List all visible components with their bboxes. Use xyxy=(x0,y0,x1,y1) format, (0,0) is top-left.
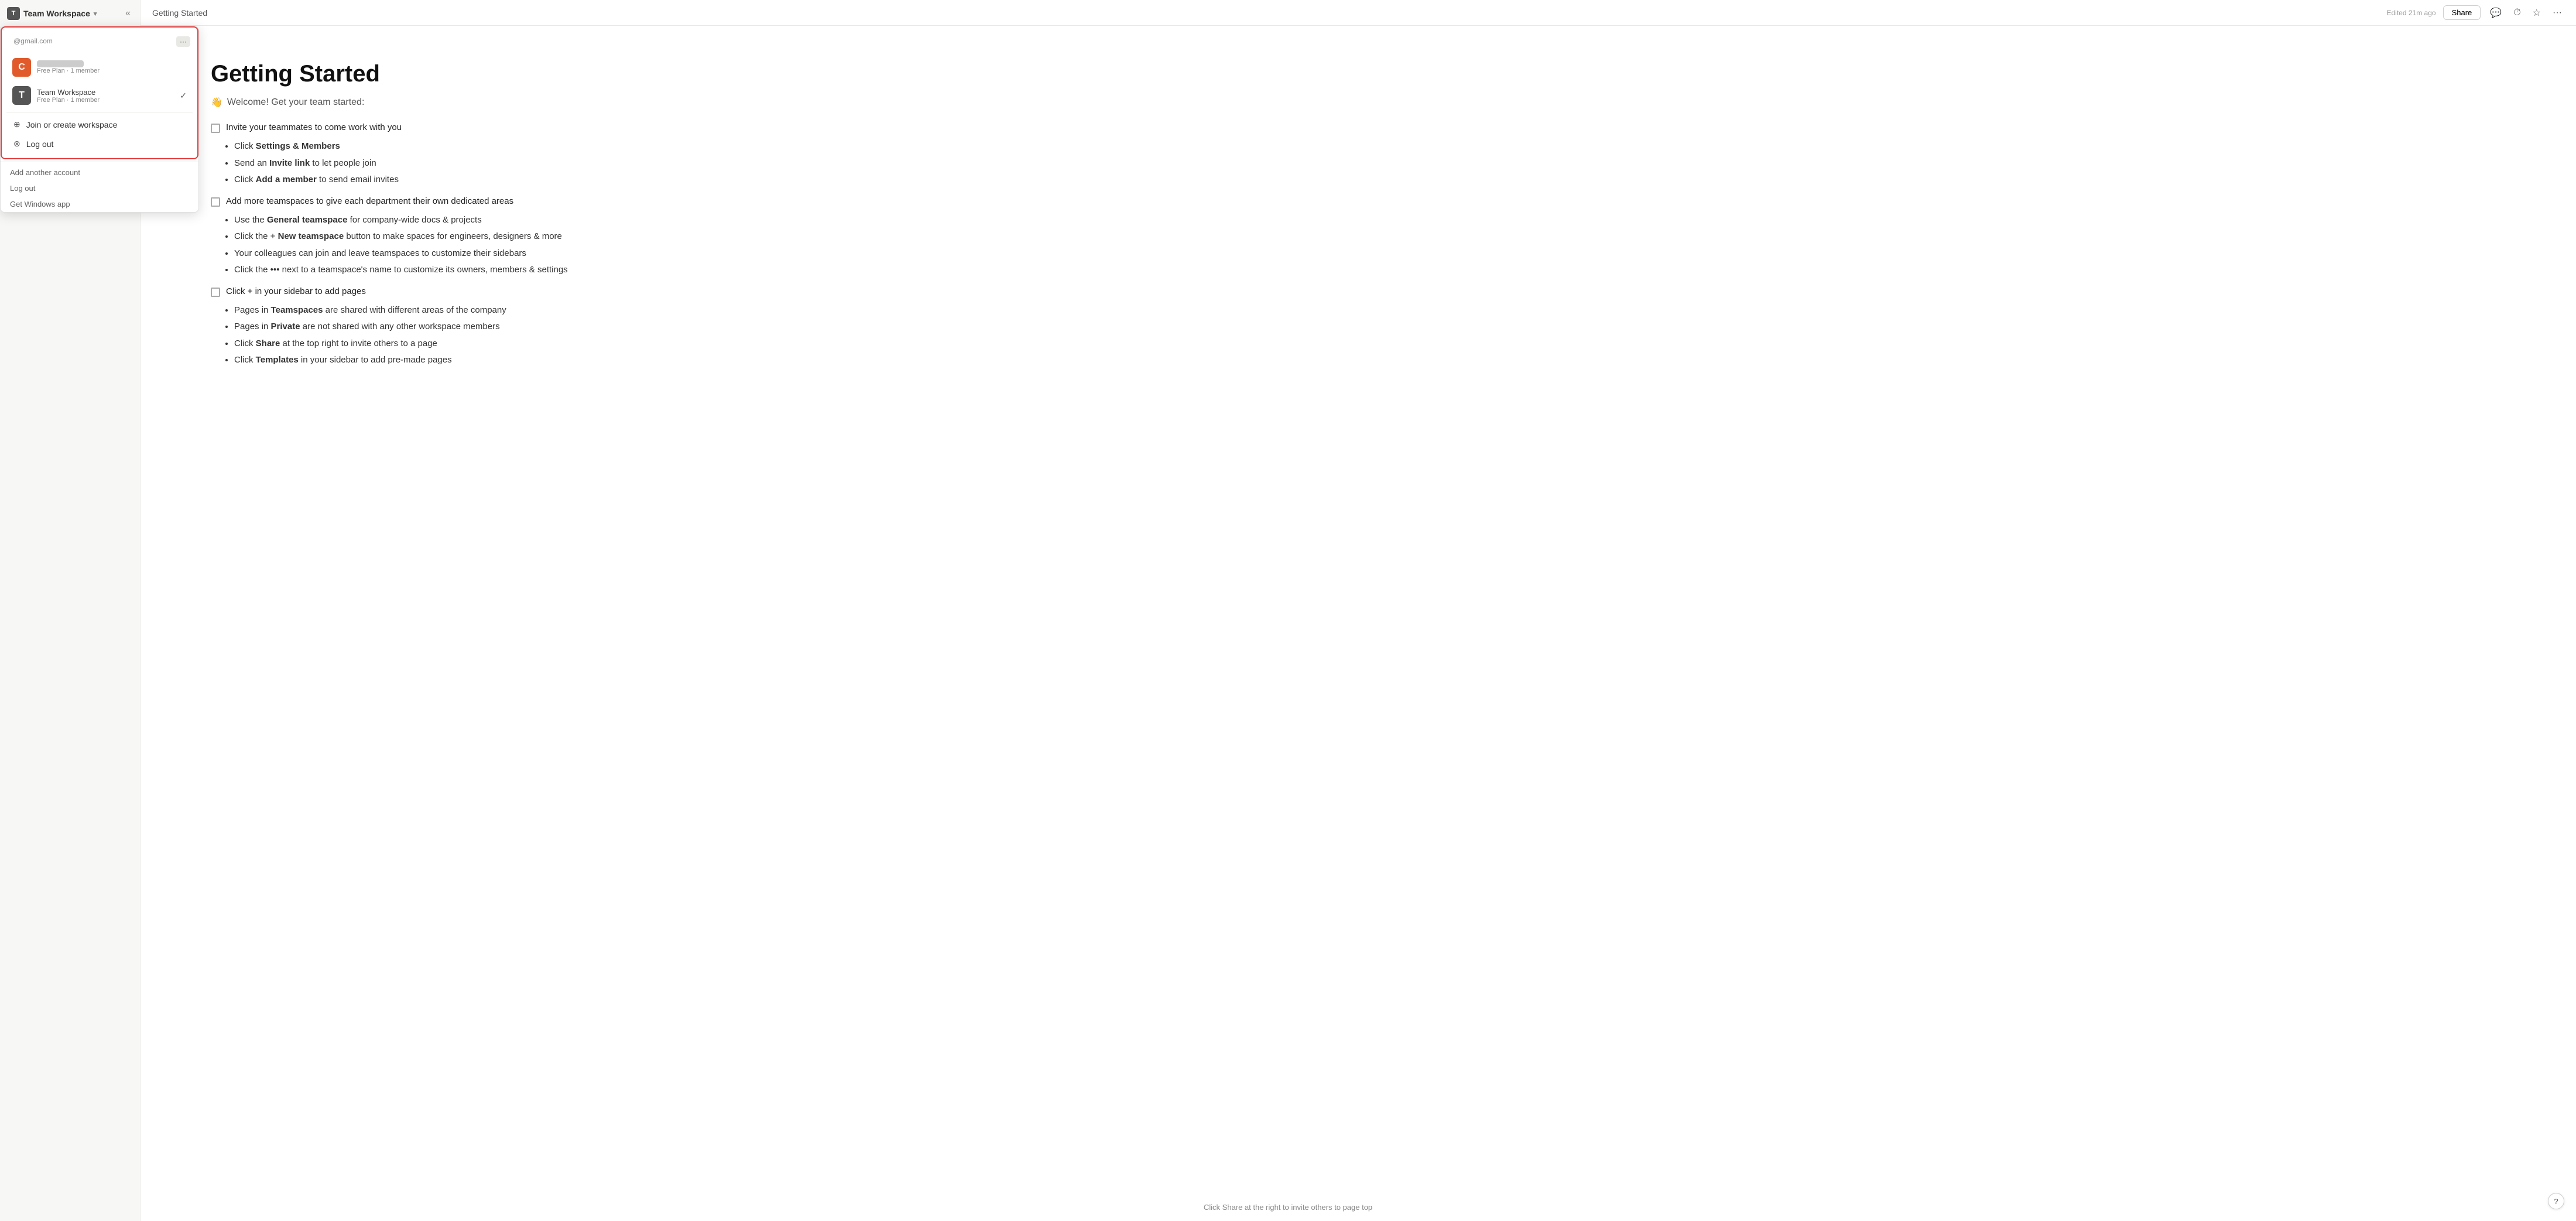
workspace-label: Team Workspace xyxy=(23,9,90,18)
main-content: Getting Started Edited 21m ago Share 💬 ⏱… xyxy=(141,0,2576,1221)
workspace-icon: T xyxy=(7,7,20,20)
help-button[interactable]: ? xyxy=(2548,1193,2564,1209)
log-out-popup-label: Log out xyxy=(26,139,54,149)
checklist-text-2: Click + in your sidebar to add pages xyxy=(226,286,366,296)
topbar: Getting Started Edited 21m ago Share 💬 ⏱… xyxy=(141,0,2576,26)
checklist-item-0: Invite your teammates to come work with … xyxy=(211,122,597,133)
account-popup-inner: @gmail.com ··· C Free Plan · 1 member T … xyxy=(1,26,198,159)
bullet-item-0-2: Click Add a member to send email invites xyxy=(234,173,597,187)
checkbox-1[interactable] xyxy=(211,197,220,207)
bullet-item-2-2: Click Share at the top right to invite o… xyxy=(234,337,597,351)
edited-label: Edited 21m ago xyxy=(2387,9,2436,17)
workspace-name-button[interactable]: T Team Workspace ▾ xyxy=(7,7,97,20)
account-plan-1: Free Plan · 1 member xyxy=(37,97,174,104)
add-account-item[interactable]: Add another account xyxy=(1,165,198,180)
bullet-item-2-0: Pages in Teamspaces are shared with diff… xyxy=(234,304,597,317)
red-arrow-icon: ← xyxy=(197,117,199,132)
bullet-list-0: Click Settings & Members Send an Invite … xyxy=(234,140,597,187)
bullet-item-1-1: Click the + New teamspace button to make… xyxy=(234,230,597,244)
add-account-label: Add another account xyxy=(10,168,80,177)
subtitle-emoji: 👋 xyxy=(211,97,222,108)
bullet-item-2-3: Click Templates in your sidebar to add p… xyxy=(234,354,597,367)
checkbox-0[interactable] xyxy=(211,124,220,133)
bullet-item-1-0: Use the General teamspace for company-wi… xyxy=(234,214,597,227)
join-create-workspace-item[interactable]: ⊕ Join or create workspace ← xyxy=(6,115,193,134)
account-popup: @gmail.com ··· C Free Plan · 1 member T … xyxy=(0,26,199,213)
checklist-item-2: Click + in your sidebar to add pages xyxy=(211,286,597,297)
more-options-button[interactable]: ··· xyxy=(2550,5,2564,20)
collapse-sidebar-button[interactable]: « xyxy=(123,6,133,21)
sidebar: T Team Workspace ▾ « @gmail.com ··· C Fr… xyxy=(0,0,141,1221)
checkbox-2[interactable] xyxy=(211,288,220,297)
checklist-text-1: Add more teamspaces to give each departm… xyxy=(226,196,513,206)
page-subtitle: 👋 Welcome! Get your team started: xyxy=(211,97,597,108)
page-title: Getting Started xyxy=(211,61,597,87)
comment-icon-button[interactable]: 💬 xyxy=(2488,5,2504,21)
account-info-1: Team Workspace Free Plan · 1 member xyxy=(37,88,174,104)
account-item-1[interactable]: T Team Workspace Free Plan · 1 member ✓ xyxy=(6,81,193,110)
avatar-0: C xyxy=(12,58,31,77)
account-name-0 xyxy=(37,60,84,67)
bullet-item-1-2: Your colleagues can join and leave teams… xyxy=(234,247,597,261)
page-content-area: Getting Started 👋 Welcome! Get your team… xyxy=(141,26,667,1221)
account-info-0: Free Plan · 1 member xyxy=(37,60,187,74)
bullet-list-1: Use the General teamspace for company-wi… xyxy=(234,214,597,277)
three-dots-button[interactable]: ··· xyxy=(176,36,190,47)
account-name-1: Team Workspace xyxy=(37,88,174,97)
log-out-bottom-label: Log out xyxy=(10,184,35,193)
bullet-item-2-1: Pages in Private are not shared with any… xyxy=(234,320,597,334)
check-icon: ✓ xyxy=(180,91,187,101)
get-windows-app-label: Get Windows app xyxy=(10,200,70,208)
bottom-hint: Click Share at the right to invite other… xyxy=(1204,1203,1372,1212)
account-item-0[interactable]: C Free Plan · 1 member xyxy=(6,53,193,81)
bullet-item-0-0: Click Settings & Members xyxy=(234,140,597,153)
log-out-popup-item[interactable]: ⊗ Log out xyxy=(6,134,193,153)
logout-icon: ⊗ xyxy=(13,139,20,149)
topbar-actions: Edited 21m ago Share 💬 ⏱ ☆ ··· xyxy=(2387,5,2565,21)
chevron-down-icon: ▾ xyxy=(94,10,97,18)
account-email: @gmail.com xyxy=(9,35,57,49)
plus-circle-icon: ⊕ xyxy=(13,119,20,129)
avatar-1: T xyxy=(12,86,31,105)
breadcrumb: Getting Started xyxy=(152,8,207,18)
bullet-item-0-1: Send an Invite link to let people join xyxy=(234,157,597,170)
checklist-item-1: Add more teamspaces to give each departm… xyxy=(211,196,597,207)
checklist-text-0: Invite your teammates to come work with … xyxy=(226,122,402,132)
bullet-item-1-3: Click the ••• next to a teamspace's name… xyxy=(234,264,597,277)
history-icon-button[interactable]: ⏱ xyxy=(2511,5,2523,20)
account-plan-0: Free Plan · 1 member xyxy=(37,67,187,74)
get-windows-app-item[interactable]: Get Windows app xyxy=(1,196,198,212)
log-out-bottom-item[interactable]: Log out xyxy=(1,180,198,196)
sidebar-header: T Team Workspace ▾ « @gmail.com ··· C Fr… xyxy=(0,0,140,28)
star-icon-button[interactable]: ☆ xyxy=(2530,5,2543,21)
share-button[interactable]: Share xyxy=(2443,5,2481,20)
bullet-list-2: Pages in Teamspaces are shared with diff… xyxy=(234,304,597,367)
subtitle-text: Welcome! Get your team started: xyxy=(227,97,364,108)
join-create-label: Join or create workspace xyxy=(26,120,118,129)
